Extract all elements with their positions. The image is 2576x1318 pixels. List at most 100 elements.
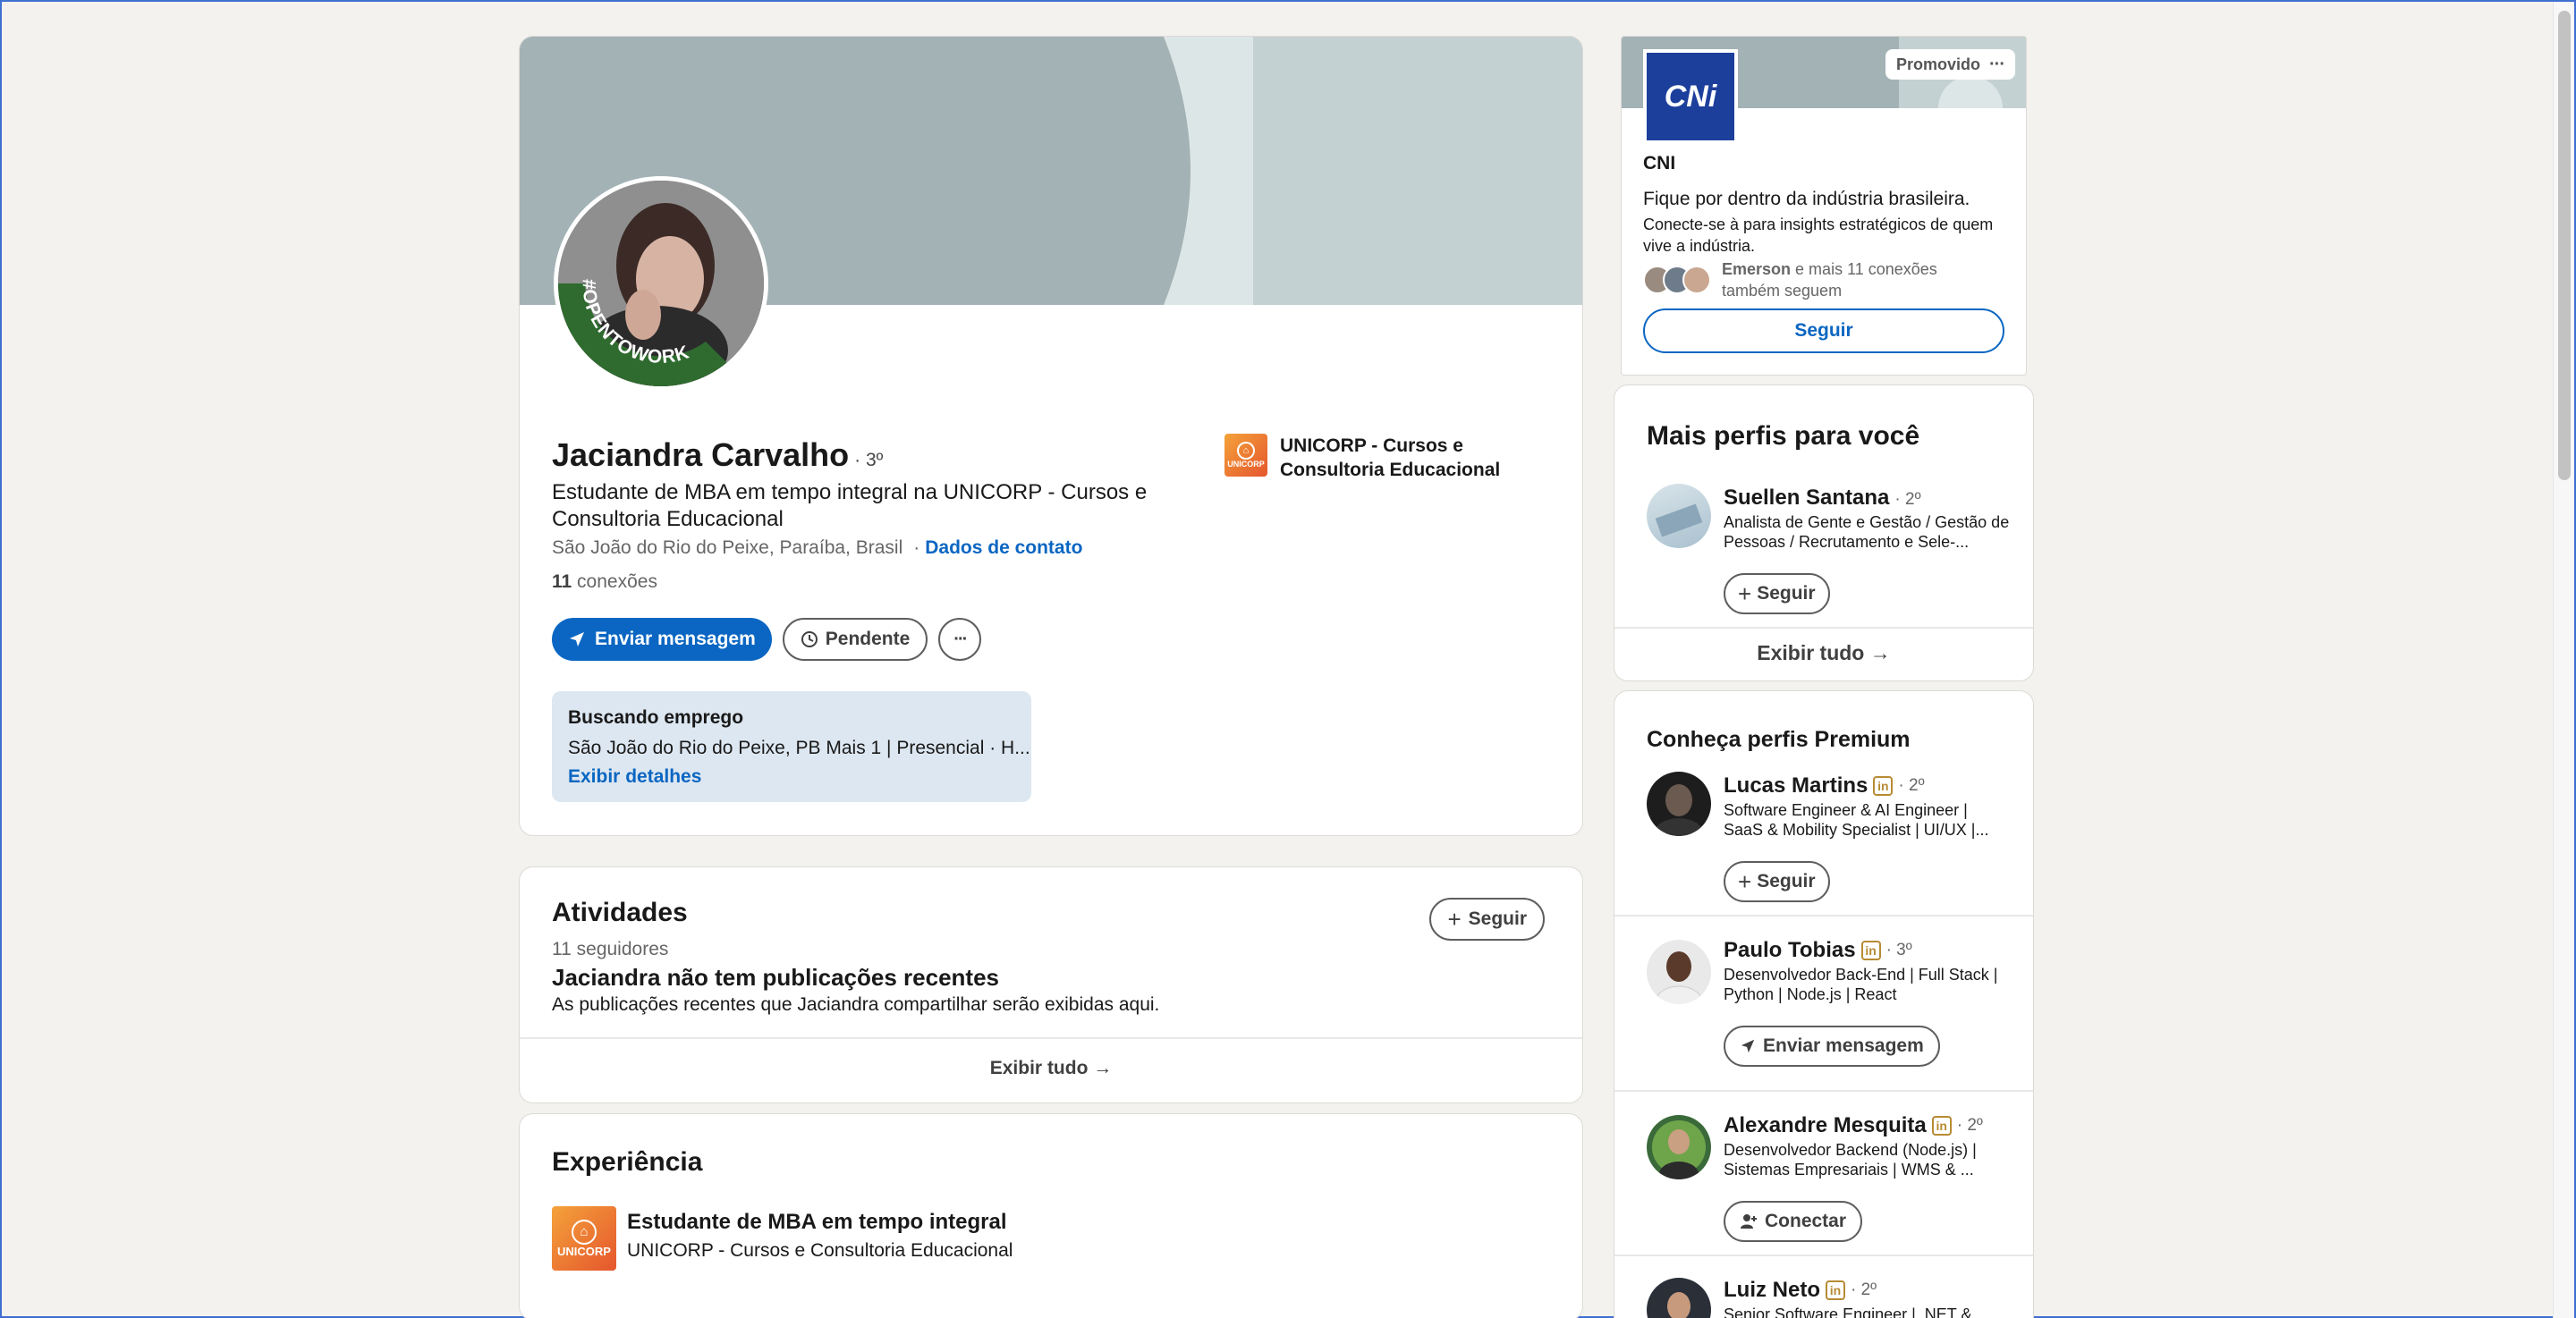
ad-social-avatars [1643, 264, 1715, 296]
avatar[interactable] [1647, 772, 1711, 836]
contact-info-link[interactable]: Dados de contato [925, 537, 1082, 559]
avatar[interactable] [1647, 940, 1711, 1004]
ellipsis-icon: ··· [953, 629, 968, 649]
suggested-person-headline: Analista de Gente e Gestão / Gestão de P… [1724, 513, 2010, 551]
premium-person-degree: · 2º [1851, 1280, 1877, 1299]
experience-company: UNICORP - Cursos e Consultoria Educacion… [627, 1240, 1013, 1261]
send-message-label: Enviar mensagem [595, 629, 756, 649]
more-profiles-card: Mais perfis para você Suellen Santana · … [1614, 384, 2034, 681]
connections-label[interactable]: conexões [577, 571, 657, 592]
activity-show-all-link[interactable]: Exibir tudo → [520, 1058, 1582, 1079]
premium-person-name[interactable]: Paulo Tobias [1724, 938, 1856, 963]
premium-message-button[interactable]: Enviar mensagem [1724, 1026, 1940, 1067]
page-scrollbar[interactable] [2553, 2, 2574, 1318]
connection-degree: · 3º [854, 450, 884, 470]
svg-text:#OPENTOWORK: #OPENTOWORK [579, 279, 692, 368]
connections-count[interactable]: 11 [552, 571, 572, 592]
premium-message-label: Enviar mensagem [1763, 1035, 1924, 1056]
premium-badge-icon: in [1873, 776, 1894, 796]
plus-icon: + [1738, 579, 1752, 607]
profile-avatar[interactable]: #OPENTOWORK [554, 176, 768, 391]
profile-location: São João do Rio do Peixe, Paraíba, Brasi… [552, 537, 903, 558]
current-company[interactable]: ⌂ UNICORP UNICORP - Cursos e Consultoria… [1224, 434, 1548, 482]
premium-person-name[interactable]: Lucas Martins [1724, 773, 1868, 798]
activity-card: Atividades 11 seguidores + Seguir Jacian… [519, 866, 1583, 1103]
job-seeking-details-link[interactable]: Exibir detalhes [568, 766, 1015, 788]
experience-logo-text: UNICORP [557, 1244, 611, 1258]
premium-badge-icon: in [1826, 1280, 1845, 1300]
premium-person-headline: Software Engineer & AI Engineer | SaaS &… [1724, 801, 1989, 839]
profile-card: #OPENTOWORK Jaciandra Carvalho · 3º ⌂ UN… [519, 36, 1583, 836]
activity-followers: 11 seguidores [552, 939, 669, 959]
open-to-work-box[interactable]: Buscando emprego São João do Rio do Peix… [552, 691, 1031, 802]
activity-follow-button[interactable]: + Seguir [1429, 898, 1545, 941]
premium-connect-button[interactable]: Conectar [1724, 1201, 1863, 1242]
suggested-person-degree: · 2º [1894, 490, 1921, 509]
more-profiles-divider [1614, 627, 2033, 629]
more-actions-button[interactable]: ··· [938, 618, 982, 661]
avatar-photo [1667, 1292, 1690, 1318]
ad-company-name: CNI [1643, 153, 1676, 173]
premium-person-headline: Desenvolvedor Back-End | Full Stack | Py… [1724, 966, 1998, 1003]
avatar[interactable] [1647, 484, 1711, 548]
premium-person-name[interactable]: Alexandre Mesquita [1724, 1113, 1927, 1138]
ad-promoted-pill[interactable]: Promovido ··· [1885, 49, 2015, 80]
avatar [1682, 266, 1711, 294]
activity-title: Atividades [552, 898, 688, 927]
ad-tagline: Fique por dentro da indústria brasileira… [1643, 189, 1970, 209]
premium-badge-icon: in [1860, 941, 1881, 960]
premium-follow-label: Seguir [1757, 871, 1816, 891]
avatar[interactable] [1647, 1115, 1711, 1179]
job-seeking-title: Buscando emprego [568, 707, 744, 728]
more-profiles-title: Mais perfis para você [1647, 421, 1920, 451]
suggested-follow-label: Seguir [1757, 583, 1816, 604]
scrollbar-thumb[interactable] [2558, 11, 2571, 480]
ad-logo-text: CNi [1664, 79, 1717, 114]
clock-icon [801, 630, 818, 648]
activity-divider [520, 1037, 1582, 1039]
plus-icon: + [1447, 905, 1462, 933]
avatar-photo [1652, 1120, 1706, 1179]
premium-divider [1614, 1090, 2033, 1092]
premium-person-degree: · 3º [1885, 941, 1912, 959]
ad-follow-label: Seguir [1794, 320, 1853, 341]
send-icon [568, 630, 586, 648]
profile-headline: Estudante de MBA em tempo integral na UN… [552, 480, 1148, 531]
premium-person-headline: Senior Software Engineer | .NET & [1724, 1305, 1972, 1318]
premium-divider [1614, 1255, 2033, 1256]
ad-follow-button[interactable]: Seguir [1643, 308, 2004, 353]
send-message-button[interactable]: Enviar mensagem [552, 618, 772, 661]
experience-item[interactable]: ⌂ UNICORP Estudante de MBA em tempo inte… [552, 1206, 1013, 1271]
more-profiles-show-all[interactable]: Exibir tudo → [1614, 641, 2033, 665]
ad-more-icon[interactable]: ··· [1989, 55, 2005, 75]
premium-badge-icon: in [1931, 1116, 1952, 1136]
no-posts-description: As publicações recentes que Jaciandra co… [552, 994, 1160, 1015]
ad-card[interactable]: Promovido ··· CNi CNI Fique por dentro d… [1621, 36, 2027, 376]
pending-button[interactable]: Pendente [782, 618, 928, 661]
suggested-person-name[interactable]: Suellen Santana [1724, 486, 1889, 511]
experience-title: Experiência [552, 1147, 703, 1177]
premium-person-degree: · 2º [1898, 776, 1925, 795]
ad-description: Conecte-se à para insights estratégicos … [1643, 215, 1994, 255]
company-logo-text: UNICORP [1227, 460, 1265, 469]
avatar-photo [1655, 951, 1703, 1004]
location-separator: · [913, 537, 920, 558]
avatar[interactable] [1647, 1278, 1711, 1318]
ad-promoted-label: Promovido [1896, 55, 1981, 73]
suggested-follow-button[interactable]: + Seguir [1724, 573, 1830, 614]
job-seeking-detail: São João do Rio do Peixe, PB Mais 1 | Pr… [568, 738, 1030, 758]
open-to-work-label: #OPENTOWORK [579, 279, 691, 368]
send-icon [1740, 1038, 1756, 1054]
premium-divider [1614, 915, 2033, 917]
ad-social-name: Emerson [1722, 260, 1792, 278]
premium-profiles-card: Conheça perfis Premium Lucas Martins in … [1614, 690, 2034, 1318]
premium-follow-button[interactable]: + Seguir [1724, 861, 1830, 902]
experience-card: Experiência ⌂ UNICORP Estudante de MBA e… [519, 1113, 1583, 1318]
experience-company-logo: ⌂ UNICORP [552, 1206, 616, 1271]
premium-person-name[interactable]: Luiz Neto [1724, 1278, 1820, 1303]
pending-label: Pendente [825, 629, 911, 649]
activity-follow-label: Seguir [1468, 908, 1527, 929]
profile-name: Jaciandra Carvalho [552, 436, 850, 473]
premium-person-headline: Desenvolvedor Backend (Node.js) | Sistem… [1724, 1141, 1977, 1179]
no-posts-title: Jaciandra não tem publicações recentes [552, 964, 999, 991]
